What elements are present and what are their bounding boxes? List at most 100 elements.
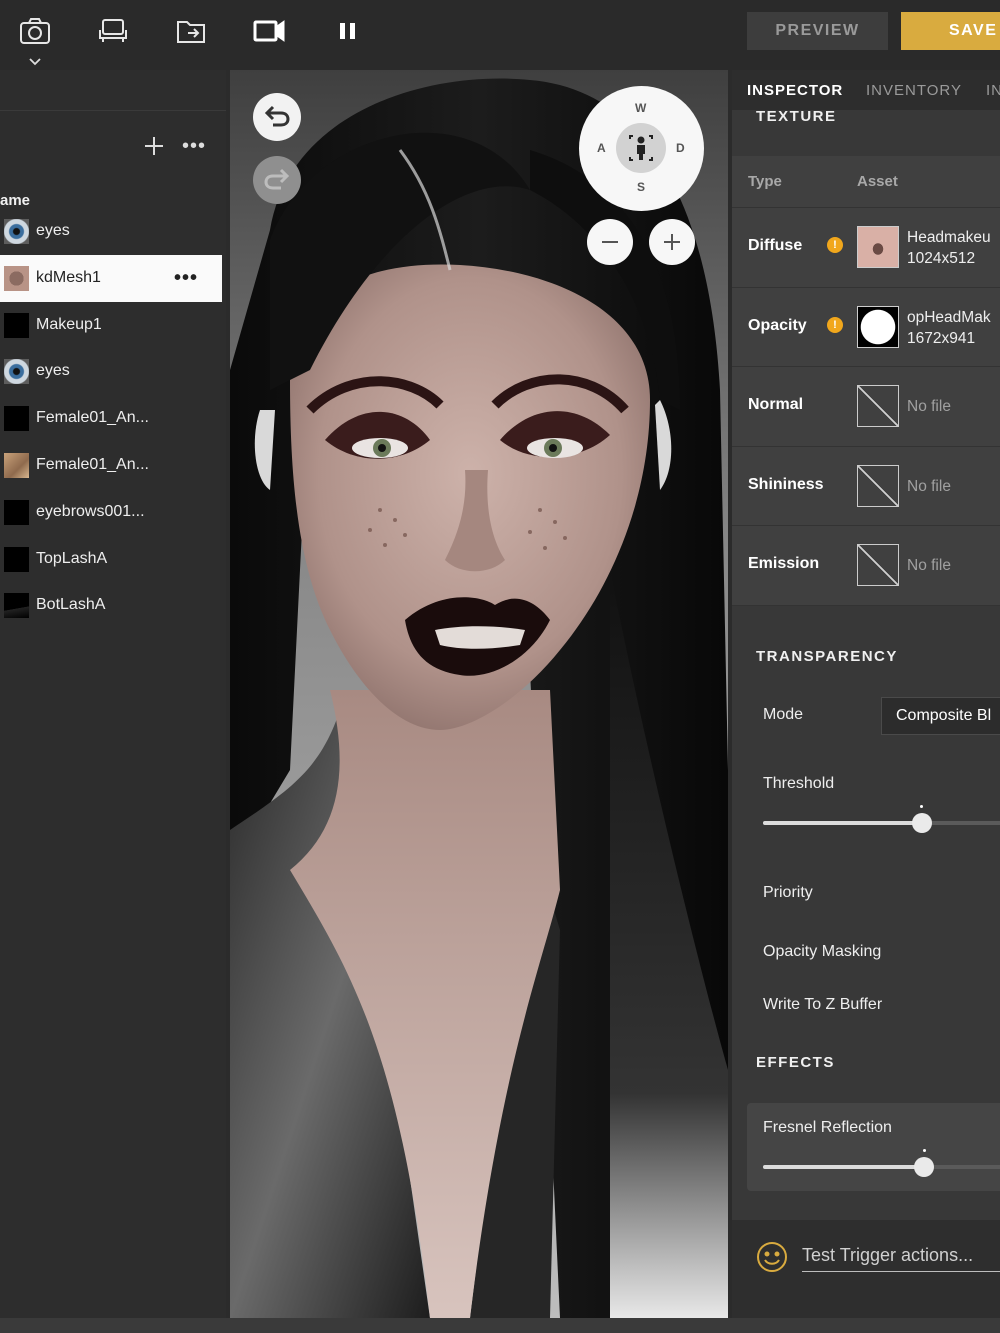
slider-fill <box>763 1165 925 1169</box>
type-column-header: Type <box>748 173 782 190</box>
nav-south-label[interactable]: S <box>637 180 645 194</box>
name-column-header: ame <box>0 192 31 209</box>
layer-thumbnail <box>4 546 29 572</box>
layer-item[interactable]: eyes <box>0 348 222 395</box>
layer-name: eyebrows001... <box>36 502 145 520</box>
fresnel-reflection-label: Fresnel Reflection <box>763 1119 892 1136</box>
asset-size: 1024x512 <box>907 250 976 267</box>
write-z-buffer-label: Write To Z Buffer <box>763 996 883 1013</box>
slider-tick <box>922 1149 926 1152</box>
nav-west-label[interactable]: A <box>597 141 606 155</box>
warning-icon[interactable]: ! <box>827 237 843 253</box>
layers-panel: ••• ame eyes kdMesh1 ••• Makeup1 eyes Female0… <box>0 70 226 1320</box>
layer-item[interactable]: Female01_An... <box>0 395 222 442</box>
texture-row-shininess[interactable]: Shininess No file <box>732 447 1000 527</box>
texture-type-label: Opacity <box>748 316 807 334</box>
empty-asset-slot[interactable] <box>857 464 899 507</box>
texture-type-label: Shininess <box>748 475 824 493</box>
layer-options-icon[interactable]: ••• <box>174 267 198 290</box>
add-layer-icon[interactable] <box>142 134 166 158</box>
fresnel-slider[interactable] <box>763 1149 1000 1179</box>
layer-name: kdMesh1 <box>36 268 101 286</box>
layer-thumbnail <box>4 219 29 244</box>
chevron-down-icon[interactable] <box>28 54 42 66</box>
layer-name: eyes <box>36 222 70 239</box>
texture-type-label: Normal <box>748 396 804 414</box>
layer-thumbnail <box>4 406 29 432</box>
camera-navigation-pad[interactable]: W A D S <box>579 86 704 211</box>
preview-button[interactable]: PREVIEW <box>747 12 888 50</box>
layer-name: BotLashA <box>36 596 106 614</box>
empty-asset-slot[interactable] <box>857 385 899 428</box>
layer-thumbnail <box>4 499 29 525</box>
pause-icon[interactable] <box>331 14 365 48</box>
diffuse-asset-thumbnail[interactable] <box>857 226 899 268</box>
empty-asset-slot[interactable] <box>857 544 899 587</box>
slider-knob[interactable] <box>914 1157 935 1177</box>
mode-select[interactable]: Composite Bl <box>881 697 1000 735</box>
transparency-section-header: TRANSPARENCY <box>756 648 898 665</box>
opacity-asset-thumbnail[interactable] <box>857 305 899 348</box>
layer-thumbnail <box>4 593 29 619</box>
texture-row-opacity[interactable]: Opacity ! opHeadMak 1672x941 <box>732 288 1000 368</box>
effects-section-header: EFFECTS <box>756 1054 835 1071</box>
layer-list: eyes kdMesh1 ••• Makeup1 eyes Female01_An... F… <box>0 208 222 629</box>
texture-type-label: Diffuse <box>748 237 803 254</box>
texture-row-diffuse[interactable]: Diffuse ! Headmakeu 1024x512 <box>732 208 1000 288</box>
layer-name: Female01_An... <box>36 455 149 473</box>
mode-label: Mode <box>763 706 804 723</box>
asset-column-header: Asset <box>857 173 898 190</box>
trigger-actions-input[interactable] <box>802 1240 1000 1272</box>
3d-viewport[interactable]: W A D S <box>230 70 728 1318</box>
texture-type-label: Emission <box>748 555 820 573</box>
smiley-icon[interactable] <box>756 1241 788 1273</box>
texture-table: Type Asset Diffuse ! Headmakeu 1024x512 O… <box>732 156 1000 606</box>
layer-name: Female01_An... <box>36 409 149 427</box>
zoom-out-button[interactable] <box>587 219 633 265</box>
fresnel-reflection-card: Fresnel Reflection <box>747 1103 1000 1191</box>
asset-name: No file <box>907 398 951 416</box>
person-focus-icon[interactable] <box>616 123 666 173</box>
more-options-icon[interactable]: ••• <box>182 136 208 156</box>
redo-button[interactable] <box>253 156 301 204</box>
texture-row-normal[interactable]: Normal No file <box>732 367 1000 447</box>
threshold-label: Threshold <box>763 775 835 792</box>
asset-info: Headmakeu 1024x512 <box>907 227 991 269</box>
texture-table-header: Type Asset <box>732 156 1000 208</box>
nav-north-label[interactable]: W <box>635 101 646 115</box>
nav-east-label[interactable]: D <box>676 141 685 155</box>
panel-tabs: INSPECTOR INVENTORY IN <box>732 70 1000 110</box>
tab-more[interactable]: IN <box>986 82 1000 99</box>
threshold-slider[interactable] <box>763 805 1000 835</box>
tab-inventory[interactable]: INVENTORY <box>866 82 962 99</box>
tab-inspector[interactable]: INSPECTOR <box>747 82 843 99</box>
divider <box>0 110 226 111</box>
furniture-icon[interactable] <box>96 14 130 48</box>
warning-icon[interactable]: ! <box>827 316 843 333</box>
texture-row-emission[interactable]: Emission No file <box>732 526 1000 606</box>
layer-item[interactable]: Female01_An... <box>0 442 222 489</box>
asset-name: opHeadMak <box>907 308 991 326</box>
export-folder-icon[interactable] <box>174 14 208 48</box>
asset-name: No file <box>907 557 951 575</box>
video-camera-icon[interactable] <box>252 14 286 48</box>
layer-item[interactable]: kdMesh1 ••• <box>0 254 222 302</box>
layer-item[interactable]: BotLashA <box>0 582 222 629</box>
bottom-strip <box>0 1318 1000 1333</box>
top-toolbar: PREVIEW SAVE <box>0 0 1000 70</box>
texture-section-header: TEXTURE <box>756 108 837 125</box>
asset-name: Headmakeu <box>907 229 991 246</box>
asset-info: opHeadMak 1672x941 <box>907 307 991 349</box>
slider-knob[interactable] <box>911 813 932 833</box>
layer-item[interactable]: eyebrows001... <box>0 489 222 536</box>
layer-thumbnail <box>4 265 29 291</box>
save-button[interactable]: SAVE <box>901 12 1000 50</box>
zoom-in-button[interactable] <box>649 219 695 265</box>
undo-button[interactable] <box>253 93 301 141</box>
layer-name: Makeup1 <box>36 315 102 333</box>
camera-icon[interactable] <box>18 14 52 48</box>
layer-item[interactable]: Makeup1 <box>0 302 222 349</box>
layer-item[interactable]: eyes <box>0 208 222 255</box>
layer-item[interactable]: TopLashA <box>0 536 222 583</box>
slider-tick <box>920 805 924 808</box>
